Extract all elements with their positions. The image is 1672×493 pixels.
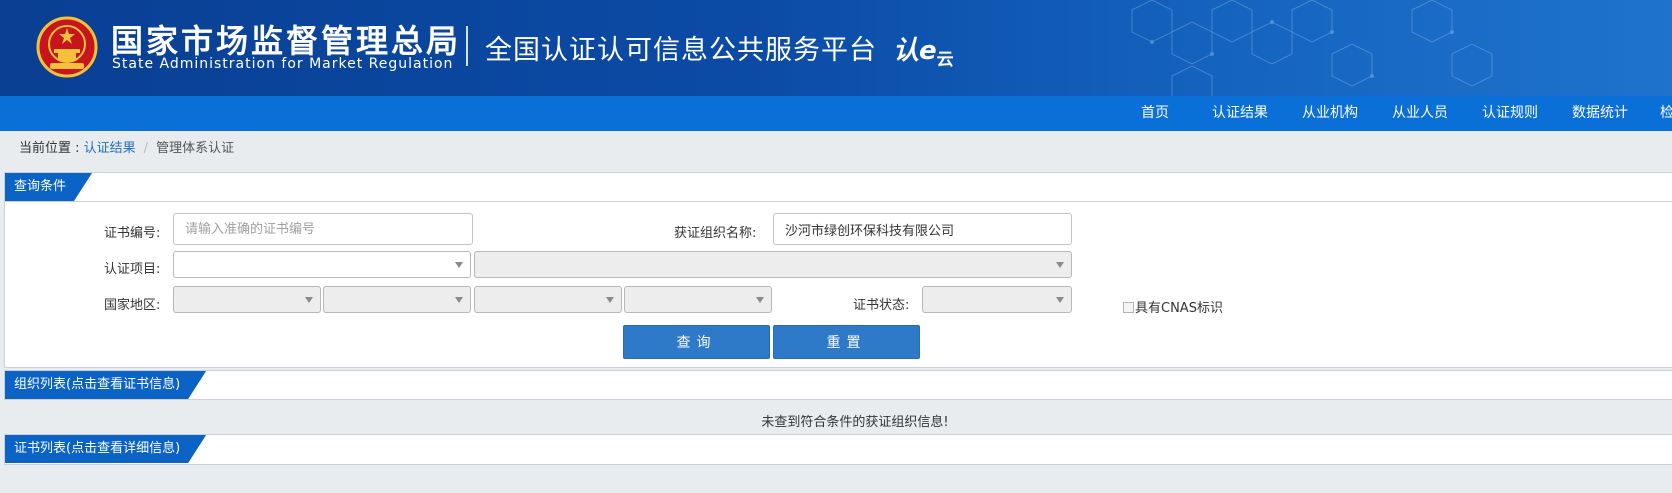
nav-item-personnel[interactable]: 从业人员 — [1392, 96, 1448, 131]
search-button[interactable]: 查询 — [623, 325, 770, 359]
page-bottom-strip — [0, 466, 1672, 493]
cert-status-label: 证书状态: — [853, 298, 910, 313]
logo-small-text: 云 — [936, 50, 954, 70]
region-city-select[interactable] — [474, 286, 622, 313]
region-country-select[interactable] — [173, 286, 321, 313]
hexagon-pattern-decoration — [1131, 0, 1493, 96]
chevron-down-icon — [606, 297, 614, 303]
reset-button[interactable]: 重置 — [773, 325, 920, 359]
nav-item-institutions[interactable]: 从业机构 — [1302, 96, 1358, 131]
org-name-label: 获证组织名称: — [674, 226, 757, 241]
cnas-checkbox-label: 具有CNAS标识 — [1135, 301, 1223, 316]
logo-main-text: 认e — [893, 36, 937, 66]
national-emblem-icon — [36, 16, 98, 78]
breadcrumb-prefix: 当前位置 : — [19, 141, 84, 156]
main-nav: 首页 认证结果 从业机构 从业人员 认证规则 数据统计 检 — [0, 96, 1672, 131]
renyun-logo[interactable]: 认e云 — [893, 30, 954, 70]
cnas-checkbox-wrap[interactable]: 具有CNAS标识 — [1123, 297, 1223, 316]
breadcrumb-current: 管理体系认证 — [156, 141, 235, 156]
region-district-select[interactable] — [624, 286, 772, 313]
nav-item-inspection[interactable]: 检 — [1660, 96, 1672, 131]
title-divider — [466, 26, 468, 66]
site-header: 国家市场监督管理总局 State Administration for Mark… — [0, 0, 1672, 96]
cnas-checkbox[interactable] — [1123, 302, 1134, 313]
cert-list-header: 证书列表(点击查看详细信息) — [5, 435, 1672, 463]
org-list-header: 组织列表(点击查看证书信息) — [5, 371, 1672, 399]
org-list-panel: 组织列表(点击查看证书信息) — [4, 370, 1672, 400]
cert-status-select[interactable] — [922, 286, 1072, 313]
nav-item-rules[interactable]: 认证规则 — [1482, 96, 1538, 131]
platform-title: 全国认证认可信息公共服务平台 — [485, 35, 877, 66]
query-panel-header: 查询条件 — [5, 173, 1672, 202]
chevron-down-icon — [455, 297, 463, 303]
breadcrumb-separator: / — [143, 141, 149, 156]
region-province-select[interactable] — [323, 286, 471, 313]
cert-project-select[interactable] — [173, 251, 471, 278]
chevron-down-icon — [1056, 262, 1064, 268]
nav-item-statistics[interactable]: 数据统计 — [1572, 96, 1628, 131]
chevron-down-icon — [455, 262, 463, 268]
breadcrumb: 当前位置 : 认证结果 / 管理体系认证 — [19, 139, 234, 159]
cert-no-input[interactable] — [173, 213, 473, 245]
org-name-input[interactable] — [773, 213, 1072, 245]
org-list-empty-message: 未查到符合条件的获证组织信息! — [761, 415, 949, 430]
region-label: 国家地区: — [104, 298, 161, 313]
agency-title-en: State Administration for Market Regulati… — [112, 56, 454, 72]
cert-list-panel: 证书列表(点击查看详细信息) — [4, 434, 1672, 465]
org-list-tab: 组织列表(点击查看证书信息) — [5, 371, 206, 399]
cert-project-label: 认证项目: — [104, 262, 161, 277]
chevron-down-icon — [1056, 297, 1064, 303]
cert-subproject-select[interactable] — [474, 251, 1072, 278]
chevron-down-icon — [756, 297, 764, 303]
query-conditions-tab: 查询条件 — [5, 173, 92, 201]
nav-item-cert-results[interactable]: 认证结果 — [1212, 96, 1268, 131]
cert-list-tab: 证书列表(点击查看详细信息) — [5, 435, 206, 463]
breadcrumb-link-cert-results[interactable]: 认证结果 — [84, 141, 136, 156]
cert-no-label: 证书编号: — [104, 226, 161, 241]
chevron-down-icon — [305, 297, 313, 303]
nav-item-home[interactable]: 首页 — [1141, 96, 1169, 131]
